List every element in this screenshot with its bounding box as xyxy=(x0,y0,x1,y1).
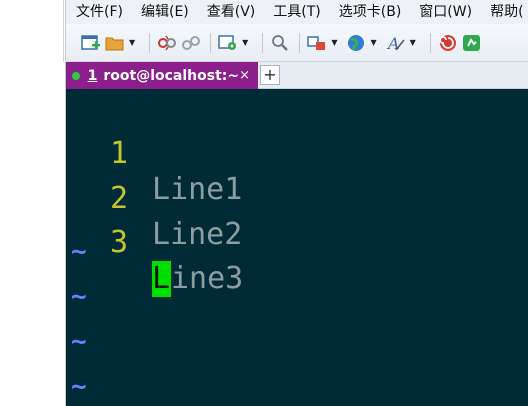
menu-window[interactable]: 窗口(W) xyxy=(409,0,480,24)
line-text-rest: ine3 xyxy=(171,261,244,296)
disconnect-icon[interactable] xyxy=(156,32,178,54)
globe-icon[interactable] xyxy=(345,32,367,54)
toolbar-separator xyxy=(299,32,301,53)
tab-bar: 1 root@localhost:~ × + xyxy=(66,62,528,89)
terminal-area[interactable]: 1 Line1 2 Line2 3 Line3 ~ ~ ~ ~ xyxy=(66,89,528,406)
chevron-down-icon[interactable]: ▼ xyxy=(410,38,416,47)
empty-line-marker: ~ xyxy=(71,372,87,402)
menu-tools[interactable]: 工具(T) xyxy=(263,0,328,24)
xftp-icon[interactable] xyxy=(461,32,483,54)
terminal-line: 2 Line2 xyxy=(66,145,528,252)
line-text: Line3 xyxy=(152,261,243,297)
close-icon[interactable]: × xyxy=(239,68,250,83)
menu-tabs[interactable]: 选项卡(B) xyxy=(329,0,410,24)
divider xyxy=(63,0,64,62)
new-tab-button[interactable]: + xyxy=(260,65,280,85)
menu-edit[interactable]: 编辑(E) xyxy=(131,0,197,24)
search-icon[interactable] xyxy=(269,32,291,54)
terminal-line: 1 Line1 xyxy=(66,100,528,207)
chevron-down-icon[interactable]: ▼ xyxy=(370,38,376,47)
xshell-window: 文件(F) 编辑(E) 查看(V) 工具(T) 选项卡(B) 窗口(W) 帮助(… xyxy=(0,0,528,406)
empty-line-marker: ~ xyxy=(71,327,87,357)
tab-index: 1 xyxy=(87,67,98,84)
reconnect-icon[interactable] xyxy=(180,32,202,54)
chevron-down-icon[interactable]: ▼ xyxy=(331,38,337,47)
left-panel-edge xyxy=(0,0,66,406)
menu-file[interactable]: 文件(F) xyxy=(66,0,131,24)
font-icon[interactable]: A xyxy=(385,32,407,54)
xshell-logo-icon[interactable] xyxy=(437,32,459,54)
tab-session-1[interactable]: 1 root@localhost:~ × xyxy=(66,62,258,89)
terminal-line: 3 Line3 xyxy=(66,189,528,297)
layout-icon[interactable] xyxy=(306,32,328,54)
line-number: 3 xyxy=(110,225,129,260)
tab-title: root@localhost:~ xyxy=(103,67,240,84)
menu-bar: 文件(F) 编辑(E) 查看(V) 工具(T) 选项卡(B) 窗口(W) 帮助( xyxy=(66,0,528,24)
toolbar-separator xyxy=(210,32,212,53)
toolbar-separator xyxy=(262,32,264,53)
text-cursor: L xyxy=(152,261,171,297)
svg-text:A: A xyxy=(386,34,400,52)
toolbar: ▼ ▼ ▼ ▼ A ▼ xyxy=(66,24,528,62)
empty-line-marker: ~ xyxy=(71,237,87,267)
open-folder-icon[interactable] xyxy=(104,32,126,54)
connection-status-icon xyxy=(72,71,80,80)
new-session-icon[interactable] xyxy=(80,32,102,54)
chevron-down-icon[interactable]: ▼ xyxy=(242,38,248,47)
menu-view[interactable]: 查看(V) xyxy=(197,0,264,24)
empty-line-marker: ~ xyxy=(71,282,87,312)
settings-icon[interactable] xyxy=(217,32,239,54)
toolbar-separator xyxy=(429,32,431,53)
chevron-down-icon[interactable]: ▼ xyxy=(129,38,135,47)
menu-help[interactable]: 帮助( xyxy=(480,0,528,24)
toolbar-separator xyxy=(149,32,151,53)
